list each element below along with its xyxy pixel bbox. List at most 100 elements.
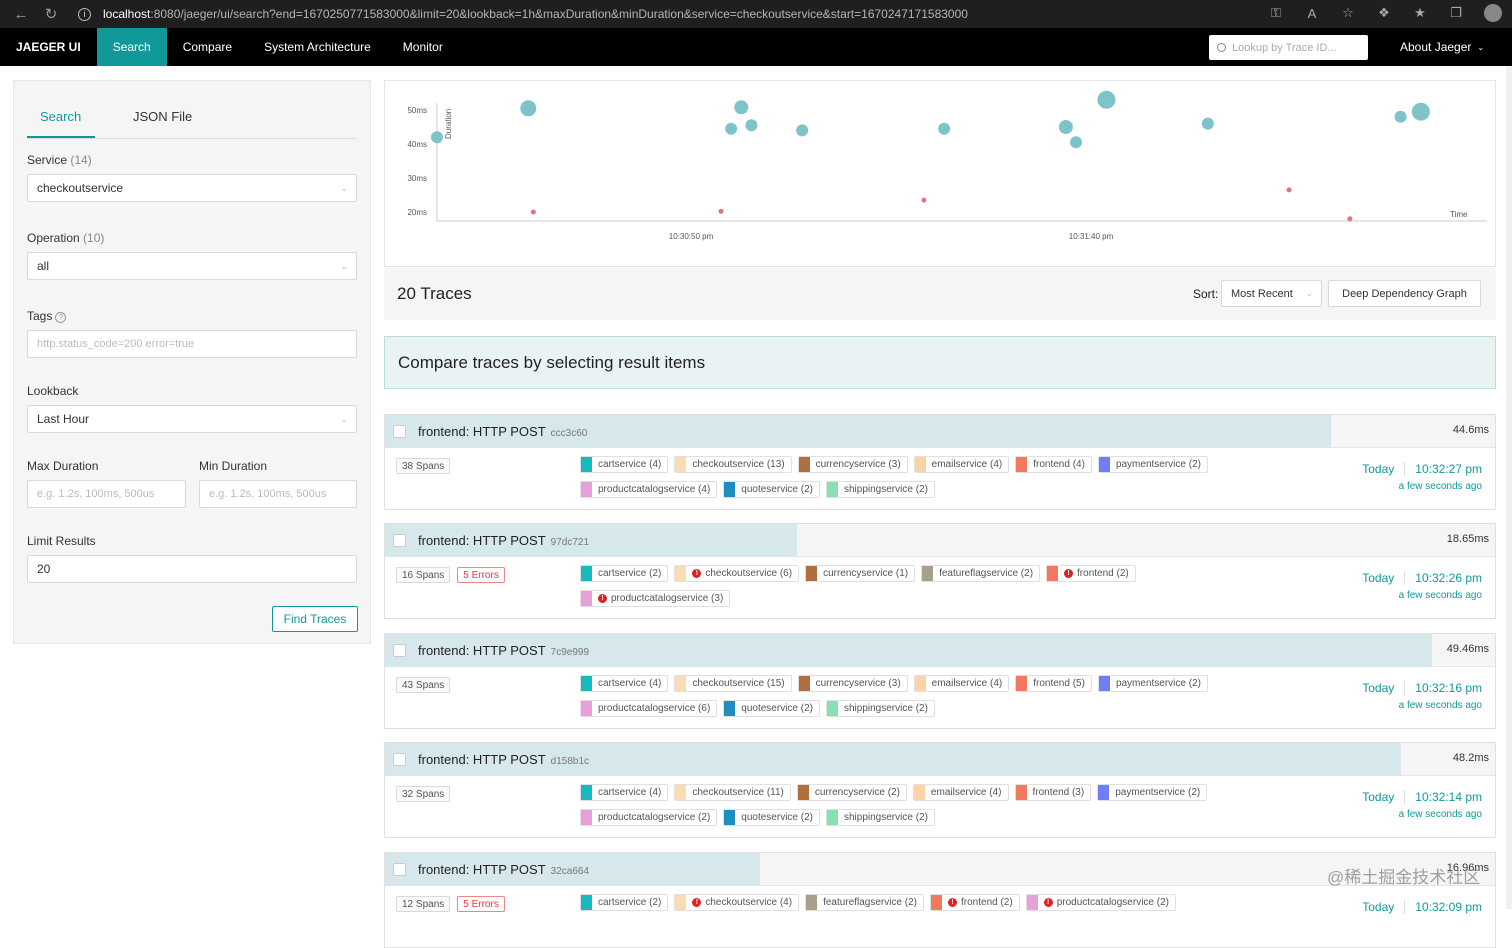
select-trace-checkbox[interactable] bbox=[393, 534, 406, 547]
trace-timestamp: Today 10:32:26 pm bbox=[1362, 571, 1482, 585]
trace-title[interactable]: frontend: HTTP POST d158b1c bbox=[418, 752, 589, 767]
service-name: frontend (2) bbox=[1077, 568, 1129, 579]
service-tags: cartservice (4) checkoutservice (13) curre… bbox=[580, 456, 1280, 498]
service-name: checkoutservice (6) bbox=[705, 568, 793, 579]
trace-result-card[interactable]: frontend: HTTP POST 97dc721 18.65ms 16 Span… bbox=[384, 523, 1496, 619]
nav-system-architecture[interactable]: System Architecture bbox=[248, 28, 387, 66]
collections-icon[interactable]: ❐ bbox=[1448, 5, 1464, 21]
service-name: currencyservice (3) bbox=[815, 459, 901, 470]
trace-header[interactable]: frontend: HTTP POST 7c9e999 49.46ms bbox=[385, 634, 1495, 667]
service-value: checkoutservice bbox=[37, 181, 124, 195]
operation-select[interactable]: all ⌄ bbox=[27, 252, 357, 280]
chevron-down-icon: ⌄ bbox=[340, 261, 348, 271]
error-icon: ! bbox=[692, 898, 702, 907]
trace-title[interactable]: frontend: HTTP POST 97dc721 bbox=[418, 533, 589, 548]
trace-result-card[interactable]: frontend: HTTP POST ccc3c60 44.6ms 38 Spans… bbox=[384, 414, 1496, 510]
tab-search[interactable]: Search bbox=[40, 109, 81, 124]
select-trace-checkbox[interactable] bbox=[393, 753, 406, 766]
service-select[interactable]: checkoutservice ⌄ bbox=[27, 174, 357, 202]
tags-input[interactable]: http.status_code=200 error=true bbox=[27, 330, 357, 358]
service-name: cartservice (2) bbox=[598, 897, 662, 908]
trace-id: 97dc721 bbox=[550, 537, 590, 548]
trace-id-lookup-input[interactable]: Lookup by Trace ID... bbox=[1209, 35, 1368, 60]
trace-point bbox=[938, 122, 951, 135]
nav-monitor[interactable]: Monitor bbox=[387, 28, 459, 66]
trace-day: Today bbox=[1362, 900, 1406, 914]
search-form-panel: Search JSON File Service (14) checkoutse… bbox=[13, 80, 371, 644]
service-name: currencyservice (3) bbox=[815, 678, 901, 689]
service-label-text: Service bbox=[27, 153, 68, 167]
address-bar[interactable]: i localhost:8080/jaeger/ui/search?end=16… bbox=[78, 7, 968, 21]
help-icon[interactable]: ? bbox=[55, 312, 67, 323]
find-traces-button[interactable]: Find Traces bbox=[272, 606, 358, 632]
service-tag: shippingservice (2) bbox=[825, 700, 935, 717]
reload-icon[interactable]: ↻ bbox=[42, 5, 60, 23]
trace-duration: 49.46ms bbox=[1446, 643, 1489, 655]
service-color-swatch bbox=[675, 785, 687, 800]
select-trace-checkbox[interactable] bbox=[393, 644, 406, 657]
trace-point bbox=[520, 100, 537, 117]
trace-id: 7c9e999 bbox=[550, 647, 590, 658]
min-duration-input[interactable]: e.g. 1.2s, 100ms, 500us bbox=[199, 480, 357, 508]
service-tag: frontend (3) bbox=[1014, 784, 1092, 801]
sort-select[interactable]: Most Recent ⌄ bbox=[1221, 280, 1322, 307]
error-count-badge: 5 Errors bbox=[457, 567, 505, 583]
service-color-swatch bbox=[675, 895, 687, 910]
trace-title[interactable]: frontend: HTTP POST ccc3c60 bbox=[418, 424, 587, 439]
service-color-swatch bbox=[922, 566, 934, 581]
trace-result-card[interactable]: frontend: HTTP POST 7c9e999 49.46ms 43 Span… bbox=[384, 633, 1496, 729]
favorites-bar-icon[interactable]: ★ bbox=[1412, 5, 1428, 21]
favorite-star-icon[interactable]: ☆ bbox=[1340, 5, 1356, 21]
service-name: emailservice (4) bbox=[931, 459, 1003, 470]
service-tag: cartservice (4) bbox=[580, 784, 669, 801]
tab-json-file[interactable]: JSON File bbox=[133, 109, 192, 124]
lookback-value: Last Hour bbox=[37, 412, 90, 426]
service-label: Service (14) bbox=[27, 153, 92, 167]
lookback-select[interactable]: Last Hour ⌄ bbox=[27, 405, 357, 433]
trace-header[interactable]: frontend: HTTP POST ccc3c60 44.6ms bbox=[385, 415, 1495, 448]
read-aloud-icon[interactable]: A bbox=[1304, 6, 1320, 21]
max-duration-input[interactable]: e.g. 1.2s, 100ms, 500us bbox=[27, 480, 186, 508]
service-tag: ! productcatalogservice (2) bbox=[1025, 894, 1176, 911]
limit-results-input[interactable]: 20 bbox=[27, 555, 357, 583]
service-name: frontend (4) bbox=[1033, 459, 1085, 470]
trace-result-card[interactable]: frontend: HTTP POST d158b1c 48.2ms 32 Spans… bbox=[384, 742, 1496, 838]
back-arrow-icon[interactable]: ← bbox=[12, 5, 30, 23]
service-color-swatch bbox=[1098, 457, 1110, 472]
trace-title[interactable]: frontend: HTTP POST 7c9e999 bbox=[418, 643, 589, 658]
trace-header[interactable]: frontend: HTTP POST 97dc721 18.65ms bbox=[385, 524, 1495, 557]
service-name: productcatalogservice (2) bbox=[1056, 897, 1169, 908]
deep-dependency-graph-button[interactable]: Deep Dependency Graph bbox=[1328, 280, 1481, 307]
profile-avatar[interactable] bbox=[1484, 4, 1502, 22]
select-trace-checkbox[interactable] bbox=[393, 425, 406, 438]
trace-name: frontend: HTTP POST bbox=[418, 862, 546, 877]
service-color-swatch bbox=[675, 566, 687, 581]
site-info-icon[interactable]: i bbox=[78, 7, 91, 21]
span-count-badge: 38 Spans bbox=[396, 458, 451, 474]
extensions-icon[interactable]: ❖ bbox=[1376, 5, 1392, 21]
nav-search[interactable]: Search bbox=[96, 28, 167, 66]
service-tag: frontend (4) bbox=[1015, 456, 1092, 473]
trace-timestamp: Today 10:32:09 pm bbox=[1362, 900, 1482, 914]
service-color-swatch bbox=[806, 895, 818, 910]
service-color-swatch bbox=[914, 676, 926, 691]
trace-duration: 48.2ms bbox=[1452, 752, 1489, 764]
trace-point bbox=[1070, 136, 1083, 149]
nav-compare[interactable]: Compare bbox=[167, 28, 248, 66]
trace-time: 10:32:27 pm bbox=[1415, 462, 1482, 476]
about-jaeger-menu[interactable]: About Jaeger ⌄ bbox=[1400, 28, 1484, 66]
trace-relative-time: a few seconds ago bbox=[1398, 809, 1482, 820]
error-icon: ! bbox=[692, 569, 702, 578]
trace-header[interactable]: frontend: HTTP POST d158b1c 48.2ms bbox=[385, 743, 1495, 776]
page-scrollbar[interactable] bbox=[1506, 66, 1512, 909]
service-name: cartservice (4) bbox=[598, 678, 662, 689]
trace-title[interactable]: frontend: HTTP POST 32ca664 bbox=[418, 862, 589, 877]
tags-label-text: Tags bbox=[27, 309, 53, 323]
brand-logo[interactable]: JAEGER UI bbox=[0, 28, 97, 66]
service-color-swatch bbox=[581, 457, 592, 472]
key-icon[interactable]: ⚿ bbox=[1268, 5, 1284, 21]
service-tag: featureflagservice (2) bbox=[805, 894, 924, 911]
select-trace-checkbox[interactable] bbox=[393, 863, 406, 876]
service-tag: cartservice (4) bbox=[580, 456, 669, 473]
service-name: quoteservice (2) bbox=[741, 812, 813, 823]
